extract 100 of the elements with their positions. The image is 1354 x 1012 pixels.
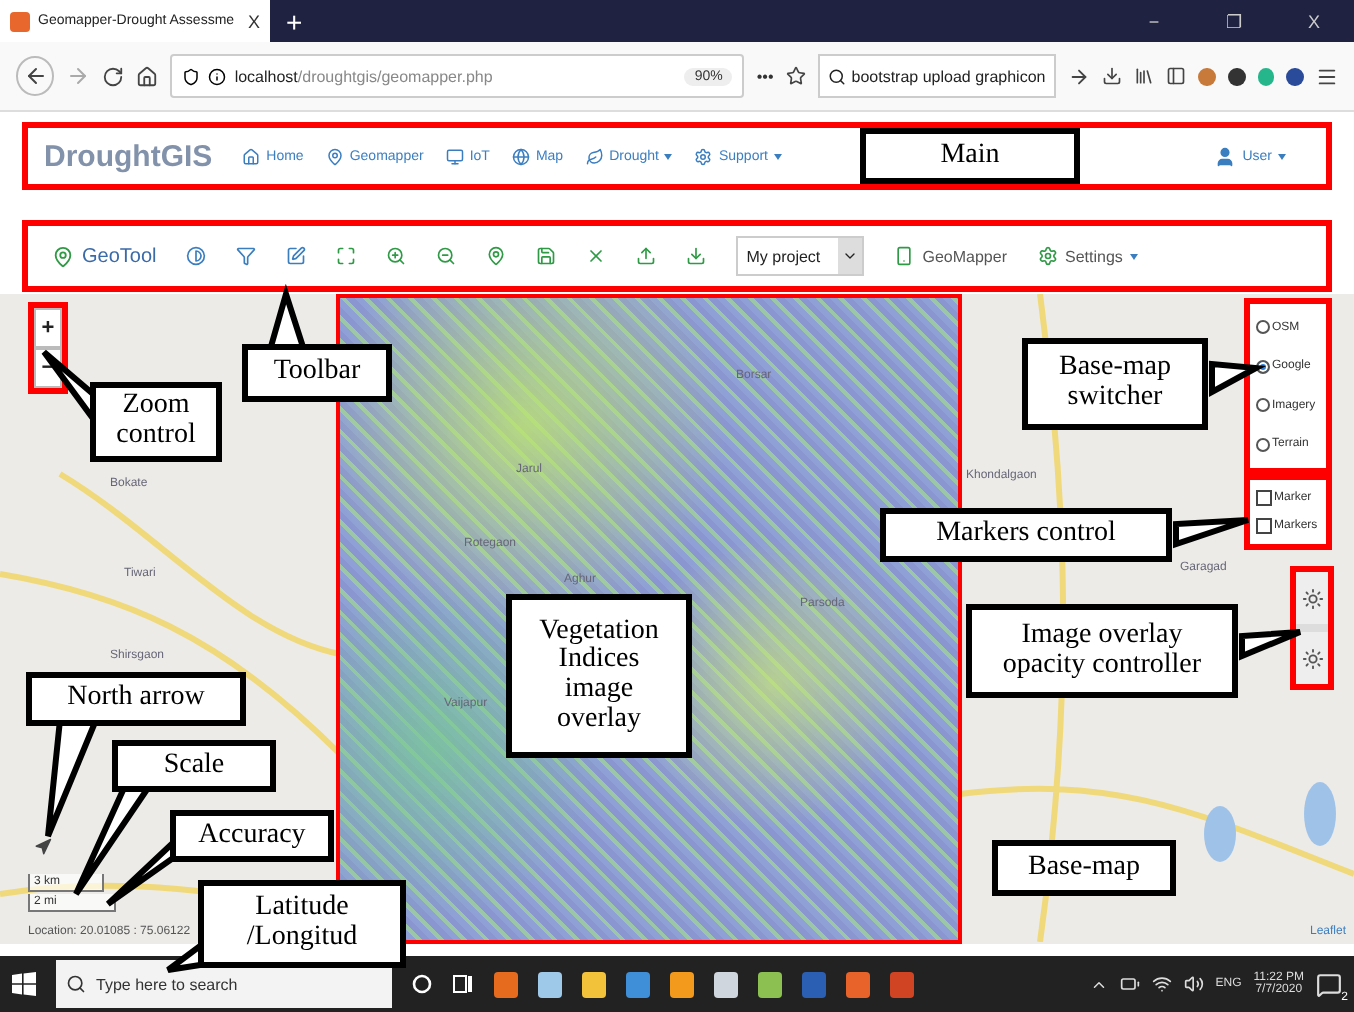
app-icon[interactable] — [758, 971, 782, 997]
project-select[interactable]: My project — [736, 236, 865, 276]
upload-button[interactable] — [636, 246, 657, 266]
favicon-icon — [10, 11, 30, 31]
floppy-button[interactable] — [536, 246, 557, 266]
callout-label: Latitude /Longitud — [198, 880, 406, 968]
pin-icon — [52, 245, 74, 267]
download-icon — [686, 246, 707, 266]
geotool-link[interactable]: GeoTool — [52, 245, 157, 267]
reload-button[interactable] — [102, 65, 125, 87]
tab-close-button[interactable]: X — [247, 11, 260, 31]
sun-icon — [1301, 587, 1323, 609]
opacity-down-button[interactable] — [1296, 632, 1328, 684]
go-button[interactable] — [1068, 65, 1091, 87]
opacity-up-button[interactable] — [1296, 572, 1328, 624]
app-icon[interactable] — [582, 971, 606, 997]
download-icon — [1102, 66, 1123, 86]
search-value: bootstrap upload graphicon — [851, 67, 1046, 85]
window-control-button[interactable]: − — [1114, 0, 1194, 42]
download-button[interactable] — [1102, 66, 1123, 86]
user-icon — [1214, 145, 1237, 167]
app-icon[interactable] — [538, 971, 562, 997]
app-icon[interactable] — [714, 971, 738, 997]
arrow-left-icon — [23, 64, 48, 88]
callout-label: Accuracy — [170, 810, 334, 862]
zoom-out-icon — [436, 246, 457, 266]
radio-button[interactable] — [1256, 320, 1270, 335]
menu-button[interactable] — [1316, 65, 1338, 87]
pin-icon — [325, 147, 344, 165]
phone-icon — [894, 246, 915, 266]
app-icon[interactable] — [626, 971, 650, 997]
home-button[interactable] — [136, 65, 159, 87]
zoom-out-button[interactable] — [436, 246, 457, 266]
globe-icon — [511, 147, 530, 165]
home-icon — [136, 65, 159, 87]
search-field[interactable]: bootstrap upload graphicon — [817, 54, 1057, 98]
callout-label: Main — [860, 128, 1080, 184]
edit-icon — [286, 246, 307, 266]
close-icon — [586, 246, 607, 266]
pin-button[interactable] — [486, 246, 507, 266]
window-control-button[interactable]: X — [1274, 0, 1354, 42]
arrow-right-icon — [1068, 65, 1091, 87]
more-button[interactable]: ••• — [756, 67, 774, 85]
pin-icon — [486, 246, 507, 266]
new-tab-button[interactable]: + — [270, 0, 319, 42]
geomapper-link[interactable]: GeoMapper — [894, 246, 1007, 266]
windows-logo-icon[interactable] — [12, 972, 36, 996]
chevron-icon — [842, 248, 859, 264]
app-icon[interactable] — [670, 971, 694, 997]
callout-label: Scale — [112, 740, 276, 792]
library-icon — [1134, 66, 1155, 86]
wifi-icon[interactable] — [1151, 974, 1172, 994]
sidebar-button[interactable] — [1166, 66, 1187, 86]
callout-label: Base-map switcher — [1022, 338, 1208, 430]
battery-icon[interactable] — [1119, 974, 1140, 994]
upload-icon — [636, 246, 657, 266]
back-button[interactable] — [16, 56, 55, 96]
north-arrow-icon — [34, 838, 52, 856]
sun-icon — [1301, 647, 1323, 669]
sidebar-icon — [1166, 66, 1187, 86]
task-view-icon[interactable] — [452, 974, 474, 994]
app-icon[interactable] — [494, 971, 518, 997]
search-icon — [827, 67, 846, 85]
checkbox[interactable] — [1256, 518, 1272, 534]
expand-icon — [336, 246, 357, 266]
zoom-in-button[interactable]: + — [34, 308, 62, 348]
close-button[interactable] — [586, 246, 607, 266]
leaf-icon — [585, 147, 604, 165]
contrast-button[interactable] — [186, 246, 207, 266]
filter-button[interactable] — [236, 246, 257, 266]
expand-button[interactable] — [336, 246, 357, 266]
url-path: /droughtgis/geomapper.php — [297, 67, 493, 85]
star-icon — [785, 66, 806, 86]
radio-button[interactable] — [1256, 398, 1270, 413]
info-icon — [208, 67, 227, 85]
url-host: localhost — [234, 67, 298, 85]
radio-button[interactable] — [1256, 437, 1270, 452]
checkbox[interactable] — [1256, 490, 1272, 506]
floppy-icon — [536, 246, 557, 266]
callout-label: Image overlay opacity controller — [966, 604, 1238, 698]
menu-icon — [1316, 65, 1338, 87]
cortana-icon[interactable] — [412, 974, 432, 994]
callout-label: Zoom control — [90, 382, 222, 462]
monitor-icon — [445, 147, 464, 165]
filter-icon — [236, 246, 257, 266]
search-icon — [66, 974, 86, 994]
gear-icon — [1037, 246, 1057, 266]
app-icon[interactable] — [846, 971, 870, 997]
callout-label: North arrow — [26, 672, 246, 726]
zoom-in-button[interactable] — [386, 246, 407, 266]
edit-button[interactable] — [286, 246, 307, 266]
library-button[interactable] — [1134, 66, 1155, 86]
reload-icon — [102, 65, 125, 87]
home-icon — [242, 147, 261, 165]
contrast-icon — [186, 246, 207, 266]
window-control-button[interactable]: ❐ — [1194, 0, 1274, 42]
settings-menu[interactable]: Settings — [1037, 246, 1139, 266]
star-button[interactable] — [785, 66, 806, 86]
volume-icon[interactable] — [1183, 974, 1204, 994]
gear-icon — [694, 147, 713, 165]
